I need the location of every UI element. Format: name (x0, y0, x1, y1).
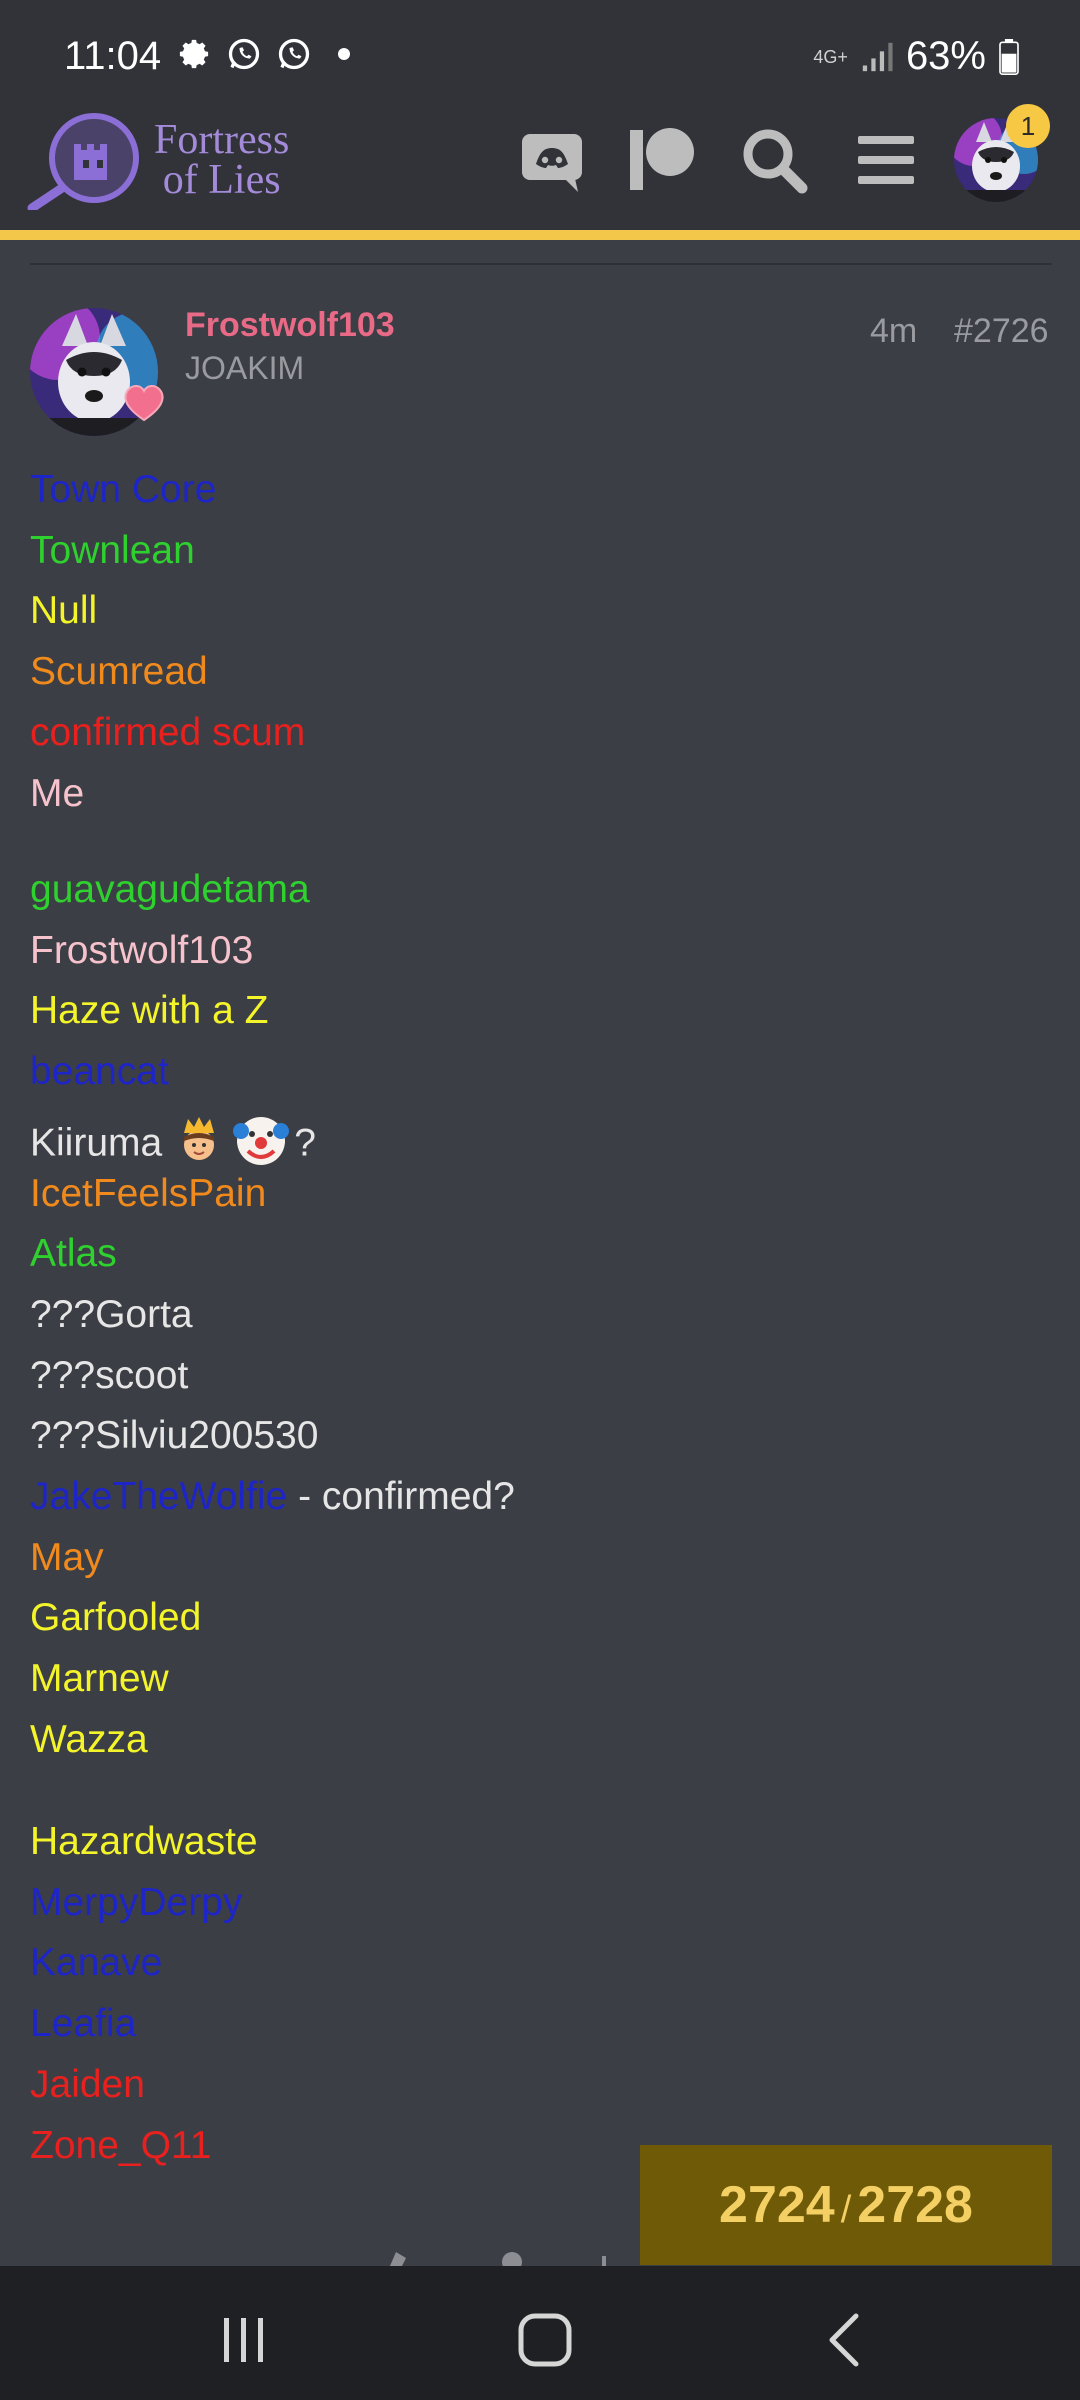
player-name: beancat (30, 1050, 169, 1094)
player-name: Zone_Q11 (30, 2123, 212, 2167)
legend-label: Town Core (30, 468, 217, 511)
legend-line: Townlean (30, 529, 195, 573)
home-icon[interactable] (515, 2310, 575, 2370)
player-name: guavagudetama (30, 868, 310, 911)
player-note: - confirmed? (287, 1475, 515, 1518)
player-name: Kanave (30, 1941, 163, 1985)
player-line: ???Gorta (30, 1293, 193, 1337)
player-name: Frostwolf103 (30, 928, 254, 972)
crowned-person-emoji-icon (174, 1115, 224, 1175)
post-user-title: JOAKIM (185, 350, 305, 386)
player-name: JakeTheWolfie (30, 1475, 288, 1518)
status-notification-icons (176, 36, 350, 72)
network-type: 4G+ (813, 46, 848, 67)
recent-apps-icon[interactable] (214, 2310, 274, 2370)
legend-label: Null (30, 589, 98, 633)
player-name: Garfooled (30, 1596, 202, 1640)
back-icon[interactable] (816, 2310, 876, 2370)
legend-line: Town Core (30, 468, 216, 512)
player-line: Haze with a Z (30, 989, 268, 1033)
pin-icon (390, 2252, 406, 2266)
player-name: MerpyDerpy (30, 1880, 243, 1924)
player-name: Marnew (30, 1657, 169, 1701)
player-name: Kiiruma (30, 1121, 163, 1165)
post-username[interactable]: Frostwolf103 (185, 306, 395, 345)
player-name: ???scoot (30, 1353, 189, 1397)
hamburger-menu-icon[interactable] (850, 124, 922, 196)
discord-icon[interactable] (516, 124, 588, 196)
player-line: guavagudetama (30, 868, 310, 912)
site-header: Fortress of Lies 1 (0, 104, 1080, 230)
player-line: Wazza (30, 1718, 148, 1762)
site-logo[interactable]: Fortress of Lies (24, 110, 304, 210)
player-line: IcetFeelsPain (30, 1172, 266, 1216)
heart-flair-icon (124, 385, 164, 422)
player-line: Kiiruma? (30, 1111, 316, 1179)
settings-gear-icon (179, 39, 209, 69)
player-name: Leafia (30, 2002, 137, 2046)
search-icon[interactable] (738, 124, 810, 196)
legend-line: Null (30, 589, 97, 633)
player-line: Kanave (30, 1941, 162, 1985)
current-user-avatar[interactable]: 1 (954, 104, 1050, 202)
player-line: Marnew (30, 1657, 169, 1701)
whatsapp-icon (228, 38, 260, 70)
logo-line-1: Fortress (154, 117, 290, 163)
battery-percent: 63% (905, 34, 986, 78)
player-line: beancat (30, 1050, 169, 1094)
legend-label: confirmed scum (30, 710, 306, 754)
status-bar: 11:04 4G+ 63% (0, 0, 1080, 110)
player-name: Atlas (30, 1232, 117, 1276)
player-line: Leafia (30, 2002, 136, 2046)
more-notifications-dot-icon (338, 48, 350, 60)
player-line: Zone_Q11 (30, 2124, 211, 2168)
battery-icon (999, 38, 1019, 75)
post-number[interactable]: #2726 (954, 312, 1049, 351)
legend-label: Townlean (30, 528, 195, 572)
castle-magnifier-logo-icon (27, 113, 139, 210)
signal-icon (862, 42, 893, 71)
status-time: 11:04 (64, 34, 162, 78)
player-line: MerpyDerpy (30, 1881, 242, 1925)
player-line: Atlas (30, 1232, 117, 1276)
player-name: Wazza (30, 1717, 148, 1761)
post-divider (30, 263, 1052, 265)
logo-line-2: of Lies (162, 157, 281, 203)
player-name: Hazardwaste (30, 1820, 258, 1863)
player-line: Jaiden (30, 2063, 145, 2107)
player-line: ???Silviu200530 (30, 1414, 318, 1458)
logo-text: Fortress of Lies (154, 117, 290, 203)
player-line: May (30, 1536, 104, 1580)
player-name: Jaiden (30, 2062, 145, 2106)
progress-total: 2728 (857, 2176, 973, 2234)
player-name: ???Silviu200530 (30, 1414, 319, 1458)
legend-line: Me (30, 772, 84, 816)
progress-current: 2724 (719, 2176, 835, 2234)
whatsapp-icon (278, 38, 310, 70)
topic-progress-indicator[interactable]: 2724/2728 (640, 2145, 1052, 2265)
legend-label: Scumread (30, 650, 208, 694)
legend-line: Scumread (30, 650, 208, 694)
player-line: Frostwolf103 (30, 929, 253, 973)
android-navigation-bar (0, 2266, 1080, 2400)
clown-face-emoji-icon (232, 1111, 290, 1179)
player-name: ???Gorta (30, 1292, 193, 1336)
player-line: ???scoot (30, 1354, 188, 1398)
player-line: JakeTheWolfie - confirmed? (30, 1475, 515, 1519)
player-line: Hazardwaste (30, 1820, 258, 1864)
legend-label: Me (30, 771, 85, 815)
player-name: Haze with a Z (30, 989, 269, 1033)
legend-line: confirmed scum (30, 711, 305, 755)
header-accent-line (0, 230, 1080, 240)
player-name: IcetFeelsPain (30, 1171, 267, 1215)
player-line: Garfooled (30, 1596, 201, 1640)
player-name: May (30, 1535, 104, 1579)
status-right: 4G+ 63% (813, 34, 1020, 79)
notification-count-badge: 1 (1006, 104, 1050, 148)
post-time[interactable]: 4m (870, 312, 917, 351)
patreon-icon[interactable] (626, 124, 698, 196)
player-note: ? (294, 1121, 316, 1165)
partial-post-actions (390, 2252, 606, 2268)
progress-separator: / (840, 2189, 852, 2231)
